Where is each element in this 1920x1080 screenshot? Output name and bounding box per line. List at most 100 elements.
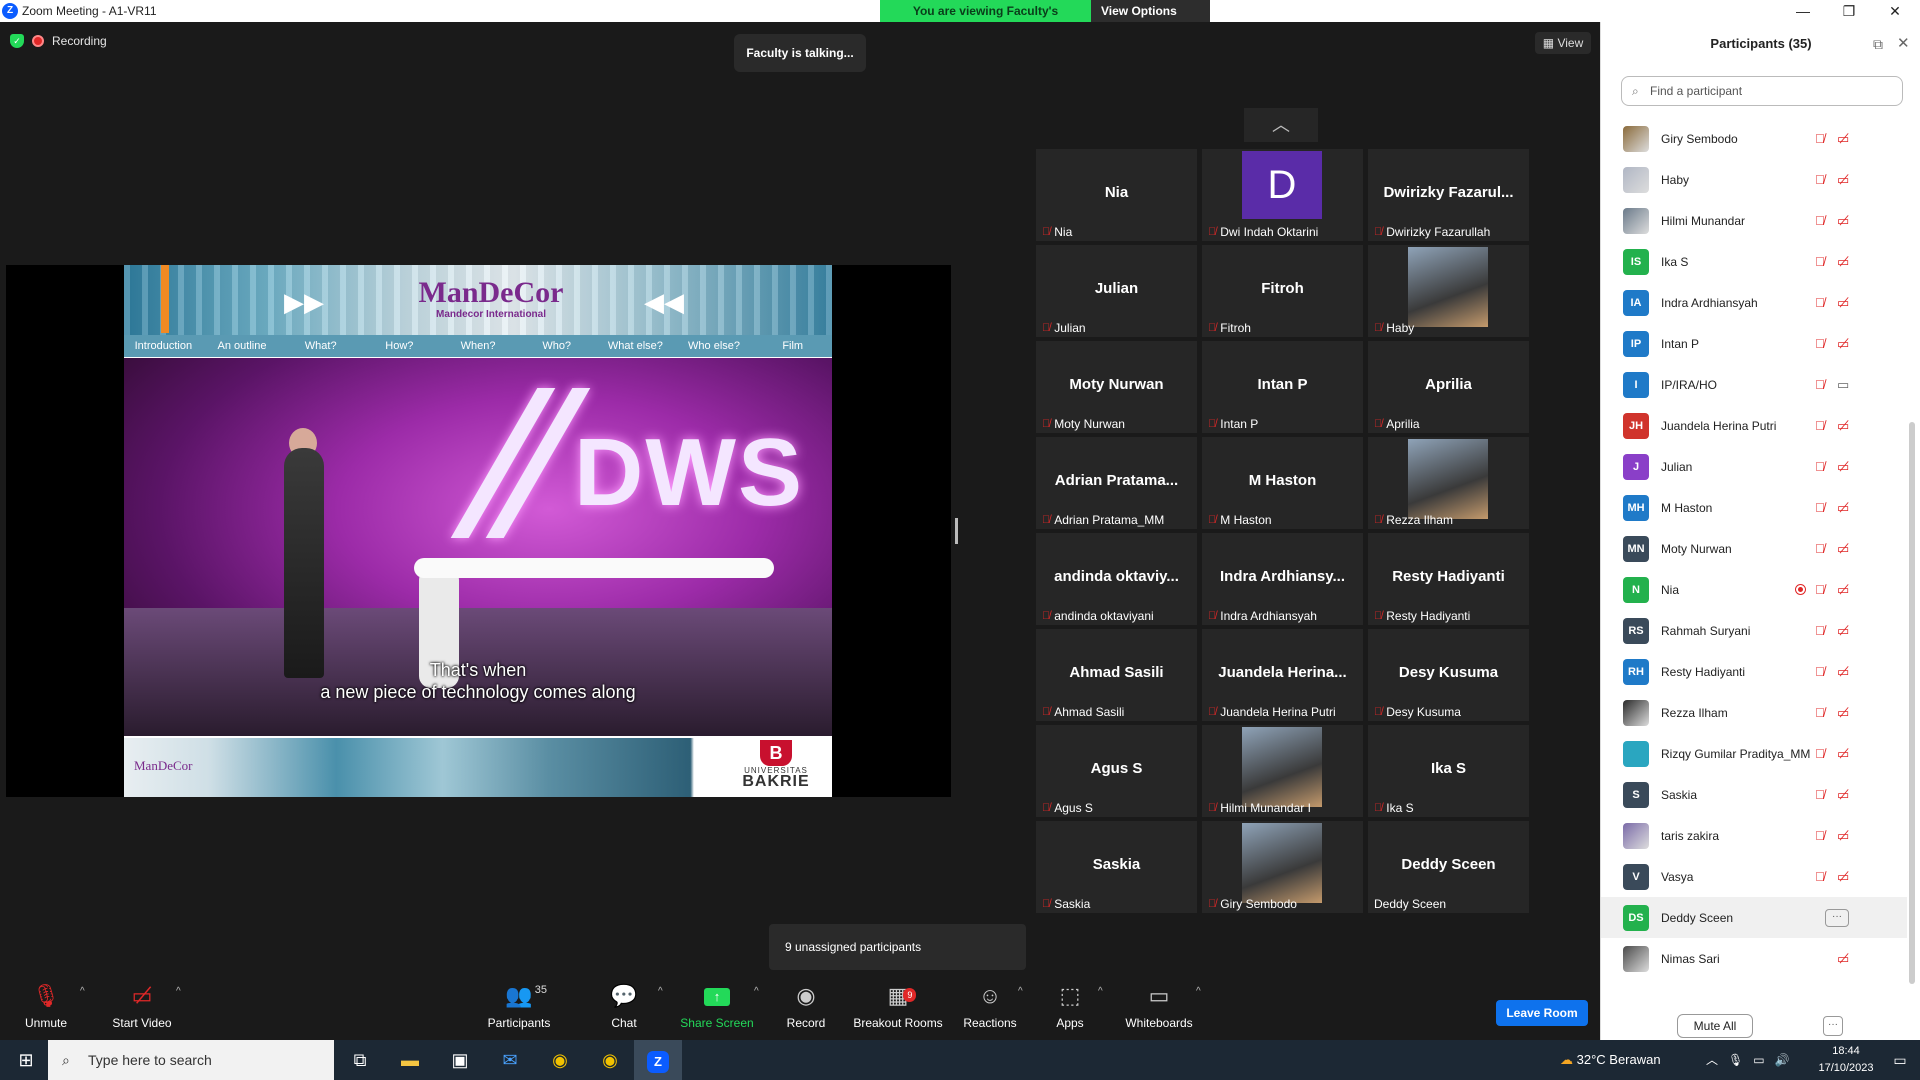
participant-row[interactable]: RH Resty Hadiyanti 🎙̸ ▭̸ [1601,651,1907,692]
participant-row[interactable]: Hilmi Munandar 🎙̸ ▭̸ [1601,200,1907,241]
participant-row[interactable]: J Julian 🎙̸ ▭̸ [1601,446,1907,487]
video-muted-icon[interactable]: ▭̸ [1837,459,1849,475]
video-muted-icon[interactable]: ▭̸ [1837,172,1849,188]
video-tile[interactable]: Saskia 🎙̸ Saskia [1036,821,1197,913]
popout-icon[interactable]: ⧉ [1873,36,1883,53]
microphone-muted-icon[interactable]: 🎙̸ [1815,541,1825,556]
participant-row[interactable]: Nimas Sari ▭̸ [1601,938,1907,979]
split-divider-handle[interactable] [955,518,958,544]
microphone-muted-icon[interactable]: 🎙̸ [1815,377,1825,392]
video-muted-icon[interactable]: ▭̸ [1837,828,1849,844]
close-window-button[interactable]: ✕ [1872,0,1918,22]
participant-row[interactable]: MH M Haston 🎙̸ ▭̸ [1601,487,1907,528]
volume-icon[interactable]: 🔊 [1775,1053,1790,1067]
video-tile[interactable]: 🎙̸ Rezza Ilham [1368,437,1529,529]
tray-expand-icon[interactable]: ︿ [1706,1053,1718,1067]
share-options-caret[interactable]: ^ [754,986,759,997]
video-tile[interactable]: D 🎙̸ Dwi Indah Oktarini [1202,149,1363,241]
microphone-muted-icon[interactable]: 🎙̸ [1815,172,1825,187]
minimize-button[interactable]: — [1780,0,1826,22]
chat-options-caret[interactable]: ^ [658,986,663,997]
video-tile[interactable]: Deddy Sceen Deddy Sceen [1368,821,1529,913]
task-view-icon[interactable]: ⧉ [336,1040,384,1080]
slide-nav-item[interactable]: Film [753,335,832,357]
participant-row[interactable]: IS Ika S 🎙̸ ▭̸ [1601,241,1907,282]
slide-nav-item[interactable]: What? [281,335,360,357]
participant-row[interactable]: I IP/IRA/HO 🎙̸ ▭ [1601,364,1907,405]
video-tile[interactable]: andinda oktaviy... 🎙̸ andinda oktaviyani [1036,533,1197,625]
chrome-profile-icon[interactable]: ◉ [586,1040,634,1080]
video-tile[interactable]: Aprilia 🎙̸ Aprilia [1368,341,1529,433]
restore-button[interactable]: ❐ [1826,0,1872,22]
microphone-muted-icon[interactable]: 🎙̸ [1815,705,1825,720]
participant-row[interactable]: IP Intan P 🎙̸ ▭̸ [1601,323,1907,364]
participant-row[interactable]: Giry Sembodo 🎙̸ ▭̸ [1601,118,1907,159]
video-muted-icon[interactable]: ▭̸ [1837,869,1849,885]
slide-nav-item[interactable]: Who else? [675,335,754,357]
slide-nav-item[interactable]: What else? [596,335,675,357]
video-muted-icon[interactable]: ▭̸ [1837,541,1849,557]
video-tile[interactable]: Dwirizky Fazarul... 🎙̸ Dwirizky Fazarullah [1368,149,1529,241]
video-tile[interactable]: Adrian Pratama... 🎙̸ Adrian Pratama_MM [1036,437,1197,529]
leave-room-button[interactable]: Leave Room [1496,1000,1588,1026]
view-options-button[interactable]: View Options ⌄ [1091,0,1210,40]
video-muted-icon[interactable]: ▭̸ [1837,787,1849,803]
microphone-muted-icon[interactable]: 🎙̸ [1815,869,1825,884]
participant-row[interactable]: JH Juandela Herina Putri 🎙̸ ▭̸ [1601,405,1907,446]
video-muted-icon[interactable]: ▭̸ [1837,254,1849,270]
microphone-muted-icon[interactable]: 🎙̸ [1815,295,1825,310]
video-tile[interactable]: Desy Kusuma 🎙̸ Desy Kusuma [1368,629,1529,721]
video-muted-icon[interactable]: ▭̸ [1837,418,1849,434]
video-muted-icon[interactable]: ▭̸ [1837,623,1849,639]
participant-row[interactable]: IA Indra Ardhiansyah 🎙̸ ▭̸ [1601,282,1907,323]
video-tile[interactable]: Agus S 🎙̸ Agus S [1036,725,1197,817]
video-tile[interactable]: Juandela Herina... 🎙̸ Juandela Herina Putr… [1202,629,1363,721]
microphone-muted-icon[interactable]: 🎙̸ [1815,336,1825,351]
taskbar-search-input[interactable]: ⌕ Type here to search [48,1040,334,1080]
apps-button[interactable]: ⬚ Apps [1052,978,1088,1040]
microphone-muted-icon[interactable]: 🎙̸ [1815,459,1825,474]
video-tile[interactable]: Indra Ardhiansy... 🎙̸ Indra Ardhiansyah [1202,533,1363,625]
participant-row[interactable]: MN Moty Nurwan 🎙̸ ▭̸ [1601,528,1907,569]
video-options-caret[interactable]: ^ [176,986,181,997]
system-clock[interactable]: 18:44 17/10/2023 [1818,1043,1874,1077]
video-tile[interactable]: Ika S 🎙̸ Ika S [1368,725,1529,817]
microphone-muted-icon[interactable]: 🎙̸ [1815,418,1825,433]
microphone-muted-icon[interactable]: 🎙̸ [1815,664,1825,679]
chrome-icon[interactable]: ◉ [536,1040,584,1080]
chat-button[interactable]: 💬 Chat [604,978,644,1040]
video-tile[interactable]: 🎙̸ Haby [1368,245,1529,337]
participant-row[interactable]: DS Deddy Sceen ··· [1601,897,1907,938]
unassigned-participants-popup[interactable]: 9 unassigned participants [769,924,1026,970]
video-muted-icon[interactable]: ▭̸ [1837,705,1849,721]
video-muted-icon[interactable]: ▭̸ [1837,213,1849,229]
video-muted-icon[interactable]: ▭̸ [1837,664,1849,680]
mail-icon[interactable]: ✉ [486,1040,534,1080]
participant-row[interactable]: N Nia 🎙̸ ▭̸ [1601,569,1907,610]
participant-row[interactable]: Haby 🎙̸ ▭̸ [1601,159,1907,200]
participant-row[interactable]: RS Rahmah Suryani 🎙̸ ▭̸ [1601,610,1907,651]
video-tile[interactable]: Ahmad Sasili 🎙̸ Ahmad Sasili [1036,629,1197,721]
gallery-scroll-up-button[interactable]: ︿ [1244,108,1318,142]
breakout-rooms-button[interactable]: ▦ 9 Breakout Rooms [852,978,944,1040]
mute-all-button[interactable]: Mute All [1677,1014,1753,1038]
network-icon[interactable]: ▭ [1753,1053,1764,1067]
unmute-button[interactable]: 🎙 Unmute [20,978,72,1040]
apps-options-caret[interactable]: ^ [1098,986,1103,997]
slide-nav-item[interactable]: Who? [517,335,596,357]
video-tile[interactable]: M Haston 🎙̸ M Haston [1202,437,1363,529]
microphone-muted-icon[interactable]: 🎙̸ [1815,254,1825,269]
video-muted-icon[interactable]: ▭̸ [1837,746,1849,762]
video-muted-icon[interactable]: ▭̸ [1837,295,1849,311]
record-button[interactable]: ◉ Record [784,978,828,1040]
slide-nav-item[interactable]: An outline [203,335,282,357]
participant-row[interactable]: Rizqy Gumilar Praditya_MM 🎙̸ ▭̸ [1601,733,1907,774]
start-video-button[interactable]: ▭̸ Start Video [106,978,178,1040]
whiteboards-button[interactable]: ▭ Whiteboards [1124,978,1194,1040]
microphone-muted-icon[interactable]: 🎙̸ [1815,623,1825,638]
slide-nav-item[interactable]: When? [439,335,518,357]
video-muted-icon[interactable]: ▭̸ [1837,582,1849,598]
video-muted-icon[interactable]: ▭̸ [1837,500,1849,516]
microphone-muted-icon[interactable]: 🎙̸ [1815,582,1825,597]
participant-row[interactable]: V Vasya 🎙̸ ▭̸ [1601,856,1907,897]
